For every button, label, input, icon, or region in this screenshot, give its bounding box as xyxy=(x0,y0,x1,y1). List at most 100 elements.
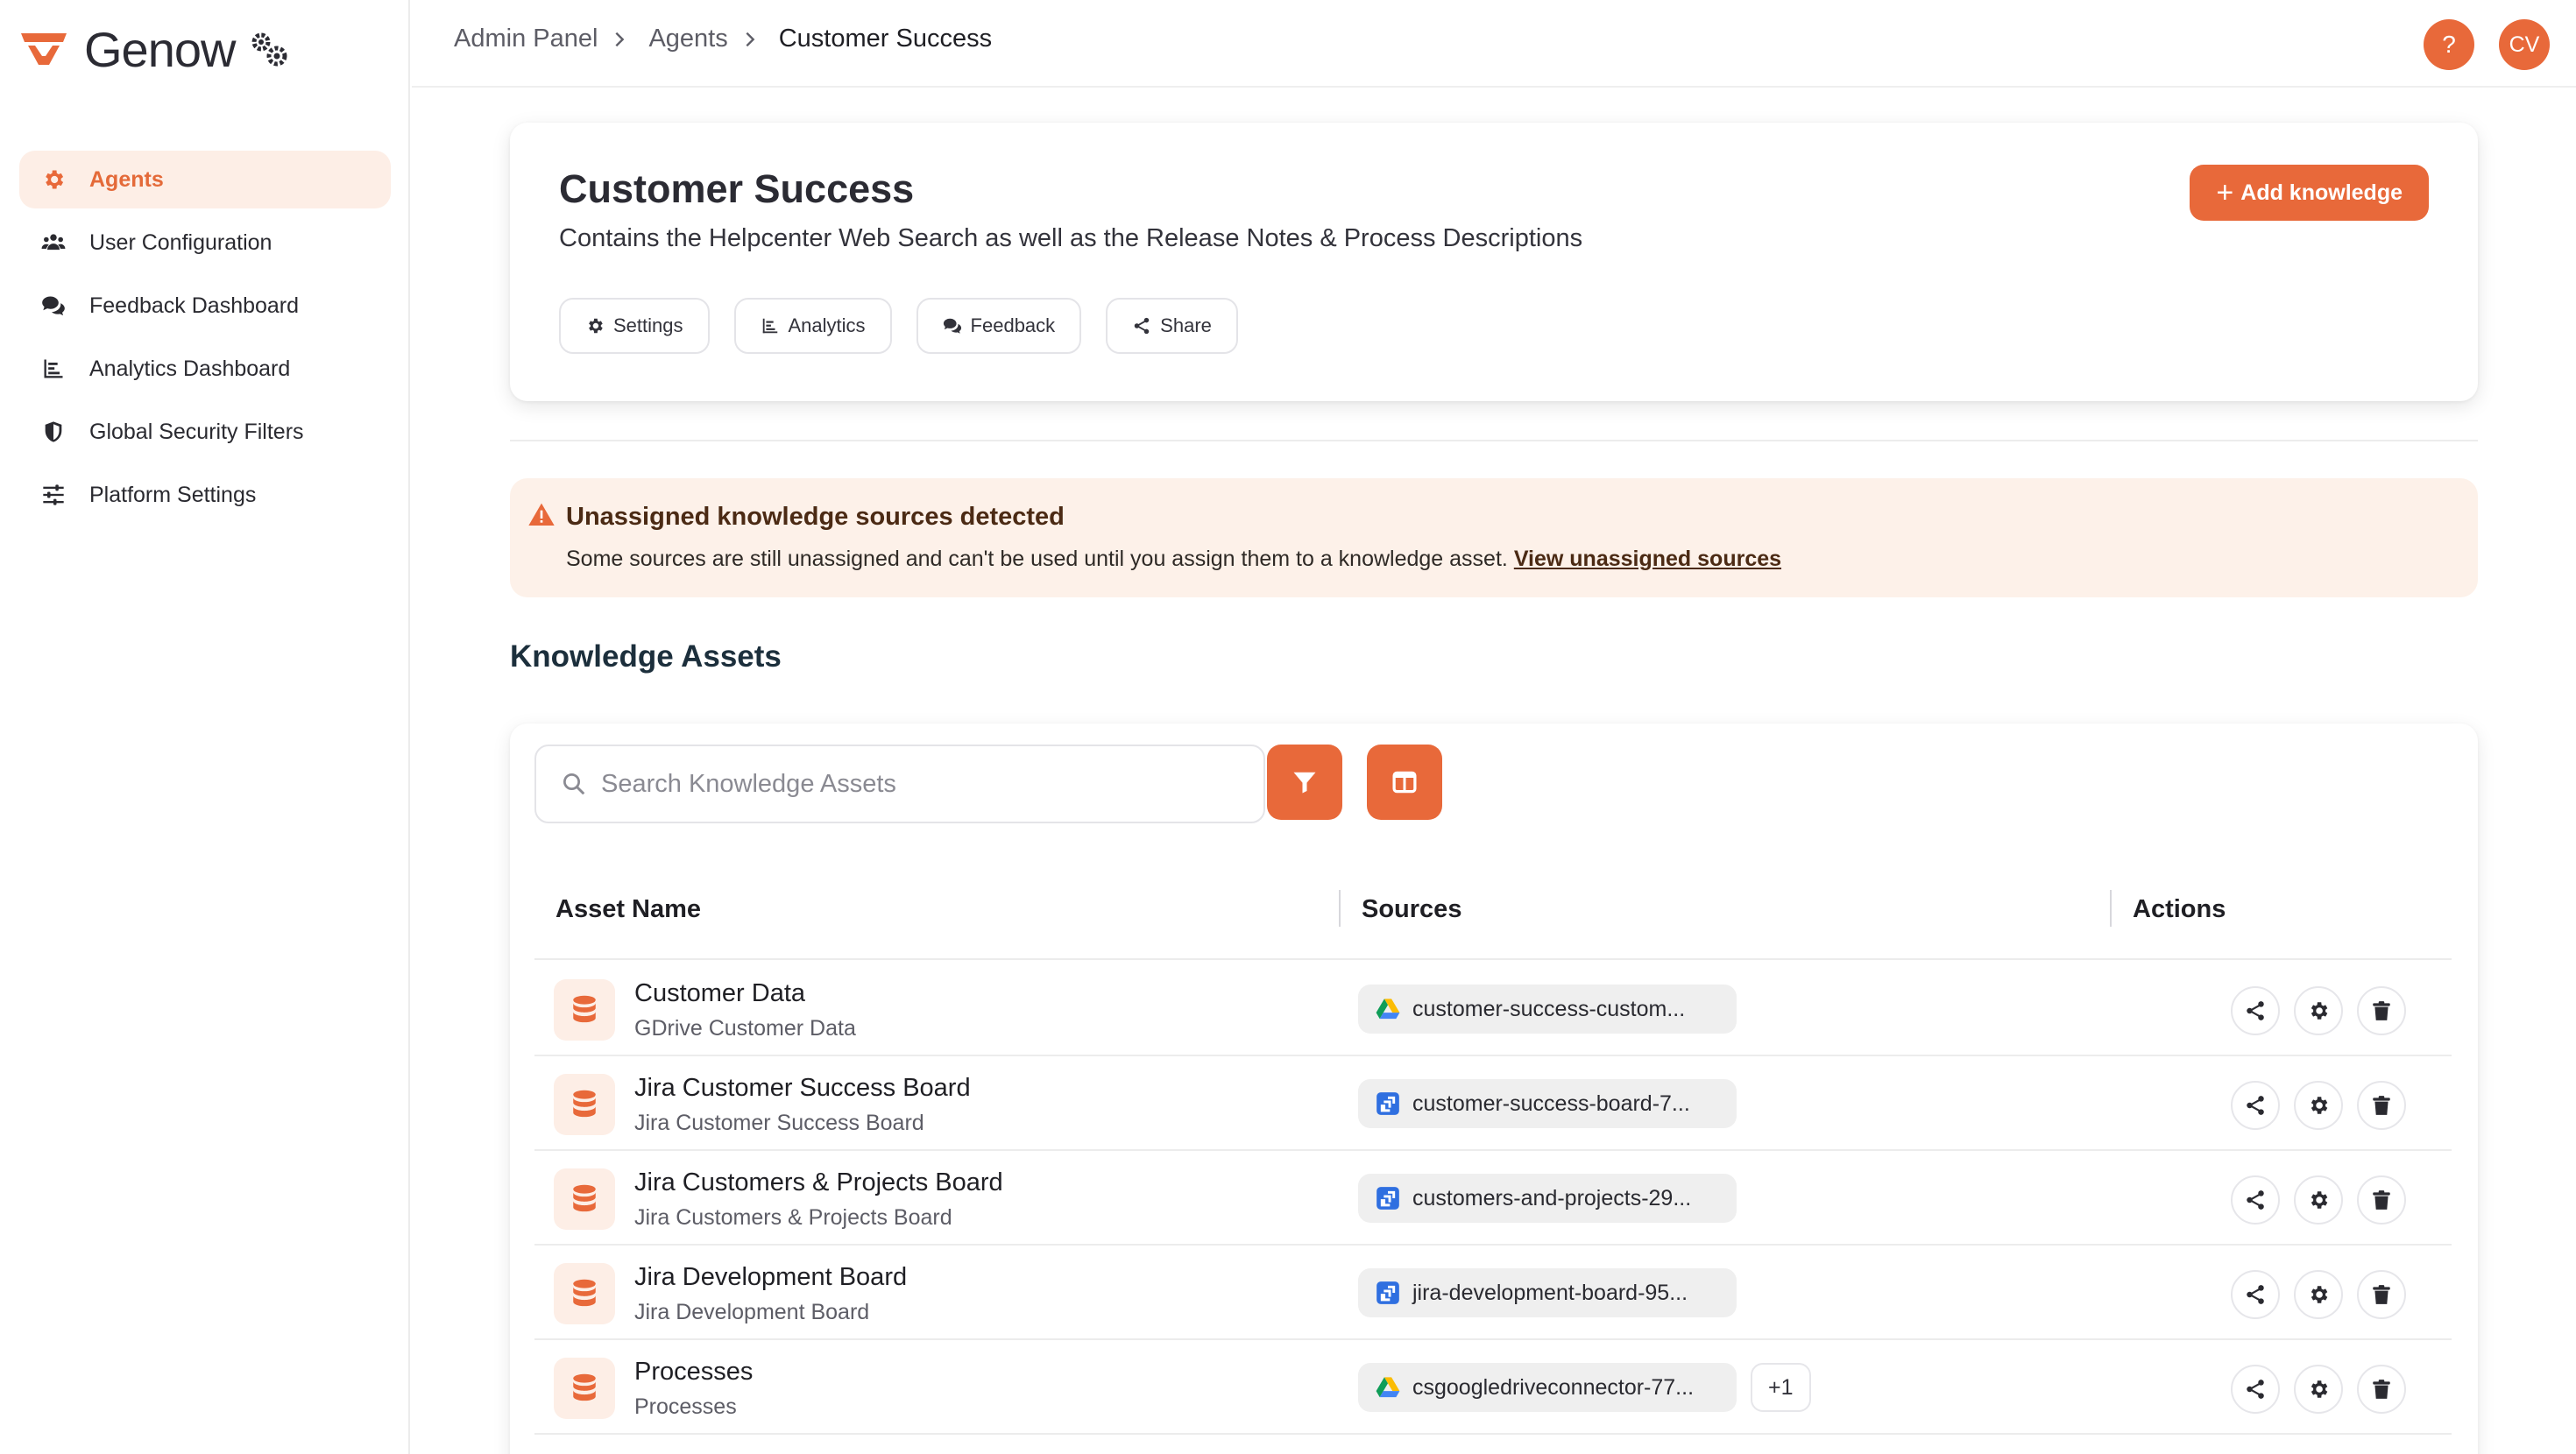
knowledge-assets-table: Asset Name Sources Actions Customer Data… xyxy=(510,723,2478,1454)
gear-icon xyxy=(2311,1380,2328,1398)
trash-icon xyxy=(2373,1190,2390,1210)
source-name: customer-success-custom... xyxy=(1412,996,1686,1021)
share-asset-button[interactable] xyxy=(2231,986,2280,1035)
sidebar-nav: Agents User Configuration Feedback Dashb… xyxy=(19,151,391,524)
delete-asset-button[interactable] xyxy=(2357,1175,2406,1225)
asset-subtitle: Jira Customers & Projects Board xyxy=(634,1205,952,1230)
view-unassigned-sources-link[interactable]: View unassigned sources xyxy=(1514,547,1781,571)
asset-settings-button[interactable] xyxy=(2294,1081,2343,1130)
breadcrumb-admin-panel[interactable]: Admin Panel xyxy=(454,25,598,53)
delete-asset-button[interactable] xyxy=(2357,1270,2406,1319)
add-knowledge-button[interactable]: + Add knowledge xyxy=(2190,165,2429,221)
source-name: jira-development-board-95... xyxy=(1412,1280,1688,1305)
page-title: Customer Success xyxy=(559,166,915,211)
share-icon xyxy=(1134,317,1150,335)
table-row[interactable]: Processes Processes csgoogledriveconnect… xyxy=(534,1340,2452,1435)
share-asset-button[interactable] xyxy=(2231,1365,2280,1414)
share-asset-button[interactable] xyxy=(2231,1270,2280,1319)
warning-icon xyxy=(528,503,555,526)
asset-name[interactable]: Customer Data xyxy=(634,979,805,1008)
source-name: customers-and-projects-29... xyxy=(1412,1185,1692,1210)
table-row[interactable]: Customer Data GDrive Customer Data custo… xyxy=(534,962,2452,1056)
share-icon xyxy=(2247,1001,2264,1020)
asset-settings-button[interactable] xyxy=(2294,1365,2343,1414)
asset-name[interactable]: Jira Customers & Projects Board xyxy=(634,1168,1003,1197)
divider xyxy=(510,440,2478,441)
source-chip[interactable]: jira-development-board-95... xyxy=(1358,1268,1737,1317)
sidebar-item-platform-settings[interactable]: Platform Settings xyxy=(19,466,391,524)
column-divider xyxy=(1339,890,1341,927)
asset-settings-button[interactable] xyxy=(2294,1175,2343,1225)
trash-icon xyxy=(2373,1096,2390,1115)
feedback-label: Feedback xyxy=(970,314,1056,336)
asset-name[interactable]: Jira Customer Success Board xyxy=(634,1074,971,1103)
brand-name: Genow xyxy=(84,21,236,77)
column-actions: Actions xyxy=(2133,895,2226,923)
asset-name[interactable]: Processes xyxy=(634,1358,753,1387)
sidebar-item-analytics-dashboard[interactable]: Analytics Dashboard xyxy=(19,340,391,398)
delete-asset-button[interactable] xyxy=(2357,1365,2406,1414)
google-drive-icon xyxy=(1376,1377,1400,1398)
bar-chart-icon xyxy=(762,318,777,334)
share-asset-button[interactable] xyxy=(2231,1081,2280,1130)
table-row[interactable]: Jira Customers & Projects Board Jira Cus… xyxy=(534,1151,2452,1246)
gear-icon xyxy=(40,166,67,193)
jira-icon xyxy=(1376,1187,1399,1210)
analytics-button[interactable]: Analytics xyxy=(733,298,892,354)
source-chip[interactable]: csgoogledriveconnector-77... xyxy=(1358,1363,1737,1412)
search-box[interactable] xyxy=(534,745,1265,823)
share-button[interactable]: Share xyxy=(1106,298,1238,354)
search-input[interactable] xyxy=(601,769,1249,799)
shield-icon xyxy=(40,419,67,445)
delete-asset-button[interactable] xyxy=(2357,1081,2406,1130)
filter-button[interactable] xyxy=(1267,745,1342,820)
avatar[interactable]: CV xyxy=(2499,19,2550,70)
source-chip[interactable]: customers-and-projects-29... xyxy=(1358,1174,1737,1223)
asset-name[interactable]: Jira Development Board xyxy=(634,1263,907,1292)
more-sources-badge[interactable]: +1 xyxy=(1751,1363,1811,1412)
database-icon xyxy=(554,1358,615,1419)
asset-subtitle: Jira Development Board xyxy=(634,1300,870,1324)
comments-icon xyxy=(943,318,961,334)
add-knowledge-label: Add knowledge xyxy=(2240,180,2403,205)
source-chip[interactable]: customer-success-board-7... xyxy=(1358,1079,1737,1128)
help-button[interactable]: ? xyxy=(2424,19,2474,70)
feedback-button[interactable]: Feedback xyxy=(916,298,1082,354)
logo[interactable]: Genow xyxy=(19,21,289,77)
analytics-label: Analytics xyxy=(788,314,866,336)
asset-subtitle: GDrive Customer Data xyxy=(634,1016,856,1041)
breadcrumb-current: Customer Success xyxy=(778,25,993,53)
share-asset-button[interactable] xyxy=(2231,1175,2280,1225)
table-row[interactable]: Jira Customer Success Board Jira Custome… xyxy=(534,1056,2452,1151)
column-asset-name[interactable]: Asset Name xyxy=(556,895,701,924)
database-icon xyxy=(554,979,615,1041)
columns-button[interactable] xyxy=(1367,745,1442,820)
breadcrumb-agents[interactable]: Agents xyxy=(648,25,727,53)
delete-asset-button[interactable] xyxy=(2357,986,2406,1035)
chevron-right-icon xyxy=(615,32,625,46)
sidebar-item-label: User Configuration xyxy=(89,229,272,255)
source-name: customer-success-board-7... xyxy=(1412,1090,1690,1116)
asset-settings-button[interactable] xyxy=(2294,986,2343,1035)
sidebar-item-agents[interactable]: Agents xyxy=(19,151,391,208)
asset-subtitle: Processes xyxy=(634,1394,737,1419)
settings-button[interactable]: Settings xyxy=(559,298,710,354)
columns-icon xyxy=(1392,771,1417,794)
asset-settings-button[interactable] xyxy=(2294,1270,2343,1319)
sidebar-item-global-security-filters[interactable]: Global Security Filters xyxy=(19,403,391,461)
sidebar-item-feedback-dashboard[interactable]: Feedback Dashboard xyxy=(19,277,391,335)
google-drive-icon xyxy=(1376,999,1400,1020)
source-chip[interactable]: customer-success-custom... xyxy=(1358,985,1737,1034)
share-icon xyxy=(2247,1380,2264,1399)
filter-icon xyxy=(1293,772,1316,794)
sidebar-item-user-configuration[interactable]: User Configuration xyxy=(19,214,391,272)
comments-icon xyxy=(40,293,67,319)
sidebar-item-label: Global Security Filters xyxy=(89,419,304,444)
share-icon xyxy=(2247,1096,2264,1115)
warning-message: Some sources are still unassigned and ca… xyxy=(566,547,1514,571)
trash-icon xyxy=(2373,1380,2390,1399)
asset-subtitle: Jira Customer Success Board xyxy=(634,1111,924,1135)
table-row[interactable]: Jira Development Board Jira Development … xyxy=(534,1246,2452,1340)
agent-header-card: Customer Success Contains the Helpcenter… xyxy=(510,123,2478,401)
column-sources[interactable]: Sources xyxy=(1362,895,1461,924)
